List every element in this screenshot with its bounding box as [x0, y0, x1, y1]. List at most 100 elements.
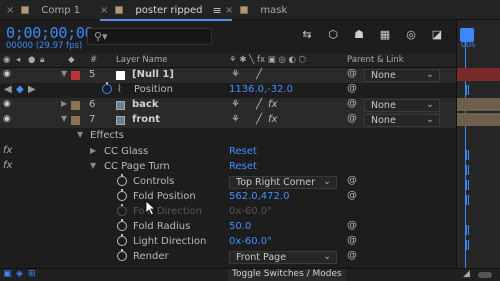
quality-switch-icon[interactable]: ╱ — [256, 99, 262, 110]
parent-link-header[interactable]: Parent & Link — [347, 55, 404, 65]
light-direction-value[interactable]: 0x-60.0° — [229, 236, 272, 247]
toggle-switches-modes-button[interactable]: Toggle Switches / Modes — [228, 269, 346, 281]
zoom-out-icon[interactable]: ◢ — [463, 269, 470, 279]
effect-name[interactable]: CC Glass — [104, 146, 148, 157]
stopwatch-icon[interactable] — [117, 174, 127, 186]
fold-position-value[interactable]: 562.0,472.0 — [229, 191, 289, 202]
pick-whip-icon[interactable]: @ — [347, 235, 357, 246]
quality-switch-icon[interactable]: ╱ — [256, 69, 262, 80]
layer-name-header[interactable]: Layer Name — [116, 55, 167, 65]
effect-name[interactable]: CC Page Turn — [104, 161, 170, 172]
label-color-swatch[interactable] — [71, 116, 80, 125]
keyframe-marker[interactable] — [466, 85, 469, 95]
expand-arrow-icon[interactable]: ▶ — [90, 146, 96, 155]
layer-name[interactable]: back — [132, 99, 158, 110]
layer-bar-null-1[interactable] — [457, 68, 500, 81]
keyframe-marker[interactable] — [466, 240, 469, 250]
close-icon[interactable]: × — [225, 5, 233, 16]
pick-whip-icon[interactable]: @ — [347, 175, 357, 186]
label-color-swatch[interactable] — [71, 101, 80, 110]
eye-icon[interactable]: ◉ — [3, 114, 11, 124]
shy-layers-icon[interactable]: ☗ — [352, 28, 366, 42]
property-row-light-direction: Light Direction 0x-60.0° @ — [0, 234, 456, 250]
shy-switch-icon[interactable]: ⚘ — [231, 99, 240, 110]
tab-comp-1[interactable]: × Comp 1 — [6, 0, 80, 20]
comp-mini-flowchart-icon[interactable]: ⇆ — [300, 28, 314, 42]
pick-whip-icon[interactable]: @ — [347, 250, 357, 261]
layer-switches-icon[interactable]: ▣ — [3, 269, 12, 279]
transfer-controls-icon[interactable]: ◈ — [16, 269, 23, 279]
layer-name[interactable]: [Null 1] — [132, 69, 174, 80]
stopwatch-icon[interactable] — [117, 219, 127, 231]
layer-name[interactable]: front — [132, 114, 160, 125]
expand-arrow-icon[interactable]: ▼ — [90, 161, 96, 170]
search-input[interactable]: ⚲▾ — [87, 28, 212, 45]
tab-bar: × Comp 1 × poster ripped ≡ × mask — [0, 0, 500, 21]
shy-switch-icon[interactable]: ⚘ — [231, 114, 240, 125]
keyframe-add-icon[interactable]: ◆ — [16, 84, 24, 95]
parent-dropdown[interactable]: None ⌄ — [364, 99, 440, 112]
fx-icon[interactable]: fx — [3, 160, 12, 171]
close-icon[interactable]: × — [6, 5, 14, 16]
stopwatch-icon[interactable] — [117, 234, 127, 246]
reset-link[interactable]: Reset — [229, 161, 257, 172]
close-icon[interactable]: × — [100, 5, 108, 16]
keyframe-nav-prev-icon[interactable]: ◀ — [4, 84, 12, 95]
pick-whip-icon[interactable]: @ — [347, 113, 357, 124]
timeline-panel[interactable]: 00s — [456, 20, 500, 281]
graph-editor-icon[interactable]: ◪ — [430, 28, 444, 42]
draft-3d-icon[interactable]: ⬡ — [326, 28, 340, 42]
keyframe-marker[interactable] — [466, 180, 469, 190]
position-value[interactable]: 1136.0,-32.0 — [229, 84, 293, 95]
layer-row-null-1[interactable]: ◉ ▼ 5 [Null 1] ⚘ ╱ @ None ⌄ — [0, 68, 456, 83]
pick-whip-icon[interactable]: @ — [347, 98, 357, 109]
motion-blur-icon[interactable]: ◎ — [404, 28, 418, 42]
expand-arrow-icon[interactable]: ▼ — [61, 114, 67, 123]
fx-switch-icon[interactable]: fx — [268, 99, 277, 110]
layer-bar-back[interactable] — [457, 98, 500, 111]
controls-dropdown[interactable]: Top Right Corner ⌄ — [229, 176, 337, 189]
tab-poster-ripped[interactable]: × poster ripped ≡ — [100, 0, 232, 21]
quality-switch-icon[interactable]: ╱ — [256, 114, 262, 125]
parent-dropdown[interactable]: None ⌄ — [364, 69, 440, 82]
expand-arrow-icon[interactable]: ▼ — [61, 69, 67, 78]
pick-whip-icon[interactable]: @ — [347, 83, 357, 94]
graph-icon[interactable]: ⌇ — [117, 84, 122, 95]
keyframe-marker[interactable] — [466, 165, 469, 175]
layer-bar-front[interactable] — [457, 113, 500, 126]
pick-whip-icon[interactable]: @ — [347, 220, 357, 231]
effect-row-cc-page-turn[interactable]: fx ▼ CC Page Turn Reset — [0, 160, 456, 175]
keyframe-marker[interactable] — [466, 150, 469, 160]
keyframe-marker[interactable] — [466, 195, 469, 205]
pick-whip-icon[interactable]: @ — [347, 68, 357, 79]
layer-row-back[interactable]: ◉ ▶ 6 back ⚘ ╱ fx @ None ⌄ — [0, 98, 456, 113]
stopwatch-icon[interactable] — [102, 82, 112, 94]
pick-whip-icon[interactable]: @ — [347, 190, 357, 201]
keyframe-marker[interactable] — [466, 225, 469, 235]
fx-switch-icon[interactable]: fx — [268, 114, 277, 125]
shy-switch-icon[interactable]: ⚘ — [231, 69, 240, 80]
expand-arrow-icon[interactable]: ▼ — [77, 130, 83, 139]
effects-group-row[interactable]: ▼ Effects — [0, 129, 456, 144]
layer-row-front[interactable]: ◉ ▼ 7 front ⚘ ╱ fx @ None ⌄ — [0, 113, 456, 128]
in-out-icon[interactable]: ⊞ — [28, 269, 36, 279]
expand-arrow-icon[interactable]: ▶ — [61, 99, 67, 108]
menu-icon[interactable]: ≡ — [213, 4, 222, 17]
fold-radius-value[interactable]: 50.0 — [229, 221, 251, 232]
keyframe-nav-next-icon[interactable]: ▶ — [28, 84, 36, 95]
reset-link[interactable]: Reset — [229, 146, 257, 157]
eye-icon[interactable]: ◉ — [3, 99, 11, 109]
stopwatch-icon[interactable] — [117, 189, 127, 201]
label-color-swatch[interactable] — [71, 71, 80, 80]
frame-blending-icon[interactable]: ▦ — [378, 28, 392, 42]
render-dropdown[interactable]: Front Page ⌄ — [229, 251, 337, 264]
eye-icon[interactable]: ◉ — [3, 69, 11, 79]
effect-row-cc-glass[interactable]: fx ▶ CC Glass Reset — [0, 145, 456, 160]
fx-icon[interactable]: fx — [3, 145, 12, 156]
stopwatch-icon[interactable] — [117, 249, 127, 261]
tab-mask[interactable]: × mask — [225, 0, 287, 20]
zoom-slider[interactable] — [478, 272, 492, 278]
parent-dropdown[interactable]: None ⌄ — [364, 114, 440, 127]
current-time-display[interactable]: 0;00;00;00 — [6, 24, 94, 42]
stopwatch-icon[interactable] — [117, 204, 127, 216]
